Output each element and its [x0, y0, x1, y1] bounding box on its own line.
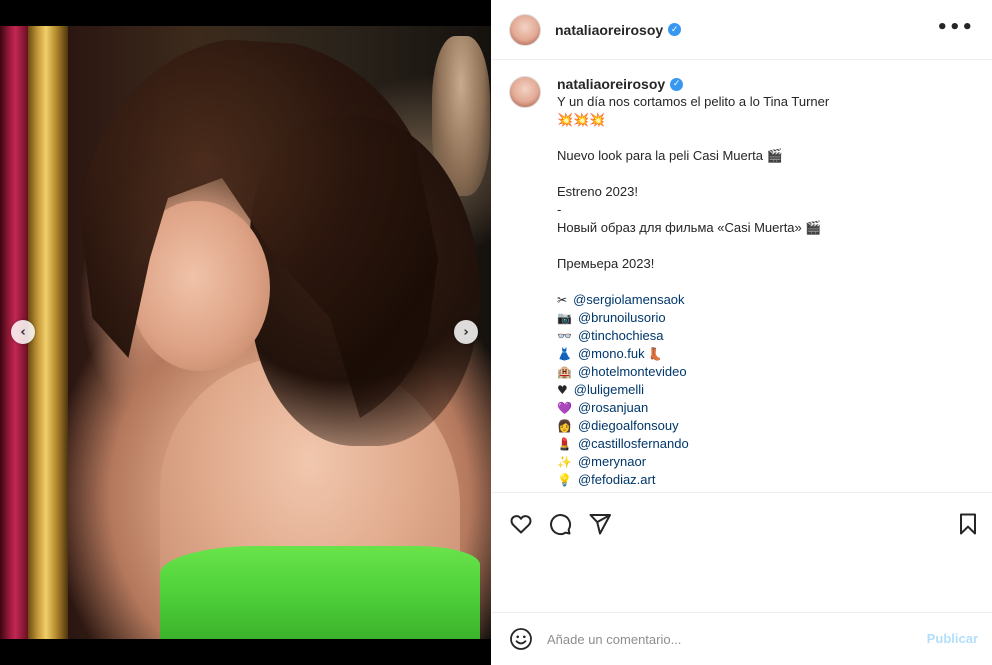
boot-emoji-icon: 👢: [647, 347, 663, 361]
instagram-post-modal: ‹ › nataliaoreirosoy ✓ ••• nataliaoreiro…: [0, 0, 992, 665]
more-options-icon[interactable]: •••: [936, 17, 974, 38]
caption-line: [557, 237, 977, 255]
caption-line: Новый образ для фильма «Casi Muerta» 🎬: [557, 220, 822, 235]
mention-link[interactable]: @luligemelli: [574, 382, 644, 397]
caption-text: Y un día nos cortamos el pelito a lo Tin…: [557, 93, 977, 291]
mention-emoji-icon: 📷: [557, 311, 572, 325]
chevron-right-icon: ›: [463, 324, 469, 340]
header-username[interactable]: nataliaoreirosoy: [555, 22, 663, 38]
post-photo[interactable]: [0, 26, 491, 639]
mention-emoji-icon: 🏨: [557, 365, 572, 379]
caption-username-row: nataliaoreirosoy ✓: [557, 76, 977, 93]
mention-link[interactable]: @fefodiaz.art: [578, 472, 656, 487]
mention-link[interactable]: @brunoilusorio: [578, 310, 666, 325]
mention-row: 💡 @fefodiaz.art: [557, 471, 977, 489]
mention-row: 👓 @tinchochiesa: [557, 327, 977, 345]
post-side-panel: nataliaoreirosoy ✓ ••• nataliaoreirosoy …: [491, 0, 992, 665]
mention-row: ✨ @merynaor: [557, 453, 977, 471]
like-button[interactable]: [508, 511, 534, 537]
caption-avatar[interactable]: [509, 76, 541, 108]
mention-link[interactable]: @rosanjuan: [578, 400, 648, 415]
mention-row: 💄 @castillosfernando: [557, 435, 977, 453]
mention-emoji-icon: 💄: [557, 437, 572, 451]
mention-emoji-icon: ♥: [557, 383, 568, 397]
mention-row: ♥ @luligemelli: [557, 381, 977, 399]
publish-button[interactable]: Publicar: [927, 631, 978, 646]
mention-emoji-icon: 👩: [557, 419, 572, 433]
mention-list: ✂ @sergiolamensaok 📷 @brunoilusorio 👓 @tincho…: [557, 291, 977, 489]
caption-line: [557, 129, 977, 147]
caption-line: Estreno 2023!: [557, 184, 638, 199]
comment-input[interactable]: [547, 629, 897, 649]
mention-link[interactable]: @hotelmontevideo: [578, 364, 687, 379]
verified-badge-icon: ✓: [670, 78, 684, 91]
comment-bar: Publicar: [491, 612, 992, 665]
caption-line: Nuevo look para la peli Casi Muerta 🎬: [557, 148, 783, 163]
caption-line: Y un día nos cortamos el pelito a lo Tin…: [557, 94, 830, 109]
mention-emoji-icon: 💡: [557, 473, 572, 487]
share-button[interactable]: [587, 511, 613, 537]
mention-row: 💜 @rosanjuan: [557, 399, 977, 417]
mention-row: 🏨 @hotelmontevideo: [557, 363, 977, 381]
comment-button[interactable]: [547, 511, 573, 537]
heart-icon: [510, 515, 532, 534]
mention-link[interactable]: @merynaor: [578, 454, 646, 469]
mention-row: 👩 @diegoalfonsouy: [557, 417, 977, 435]
action-bar: [491, 492, 992, 550]
carousel-prev-button[interactable]: ‹: [11, 320, 35, 344]
bookmark-icon: [960, 513, 976, 535]
mention-link[interactable]: @mono.fuk: [578, 346, 645, 361]
mention-emoji-icon: 👓: [557, 329, 572, 343]
emoji-smile-icon[interactable]: [509, 627, 533, 651]
caption-line: 💥💥💥: [557, 112, 606, 127]
avatar[interactable]: [509, 13, 541, 46]
paper-plane-icon: [589, 514, 611, 535]
mention-row: ✂ @sergiolamensaok: [557, 291, 977, 309]
mention-emoji-icon: 💜: [557, 401, 572, 415]
caption-line: [557, 273, 977, 291]
save-button[interactable]: [955, 511, 981, 537]
mention-link[interactable]: @sergiolamensaok: [573, 292, 684, 307]
mention-link[interactable]: @tinchochiesa: [578, 328, 663, 343]
verified-badge-icon: ✓: [668, 23, 682, 36]
mention-emoji-icon: ✂: [557, 293, 568, 307]
mention-row: 👗 @mono.fuk 👢: [557, 345, 977, 363]
mention-row: 📷 @brunoilusorio: [557, 309, 977, 327]
mention-emoji-icon: 👗: [557, 347, 572, 361]
caption-body: nataliaoreirosoy ✓ Y un día nos cortamos…: [557, 76, 977, 489]
caption-line: Премьера 2023!: [557, 256, 655, 271]
caption-line: [557, 165, 977, 183]
comment-bubble-icon: [550, 514, 572, 536]
mention-link[interactable]: @diegoalfonsouy: [578, 418, 679, 433]
carousel-next-button[interactable]: ›: [454, 320, 478, 344]
caption-line: -: [557, 202, 562, 217]
post-header: nataliaoreirosoy ✓ •••: [491, 0, 992, 60]
caption-area[interactable]: nataliaoreirosoy ✓ Y un día nos cortamos…: [491, 60, 992, 492]
green-dress: [160, 546, 480, 639]
chevron-left-icon: ‹: [20, 324, 26, 340]
mention-emoji-icon: ✨: [557, 455, 572, 469]
caption-username[interactable]: nataliaoreirosoy: [557, 76, 665, 93]
mention-link[interactable]: @castillosfernando: [578, 436, 689, 451]
